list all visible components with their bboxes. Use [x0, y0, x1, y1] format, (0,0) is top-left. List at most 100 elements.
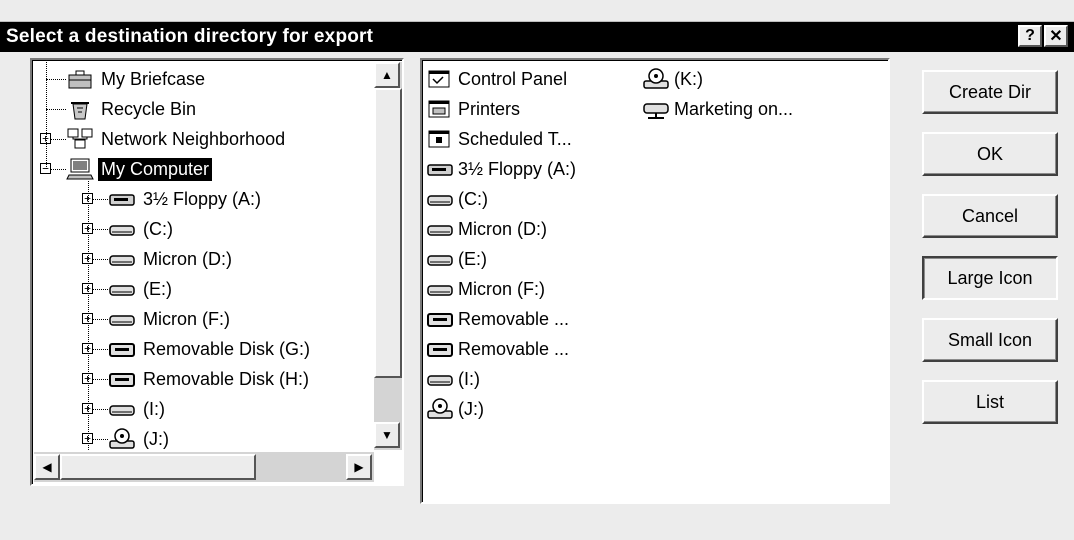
- network-icon: [66, 127, 94, 151]
- cd-drive-icon: [108, 427, 136, 451]
- hard-drive-icon: [426, 367, 454, 391]
- tree-item[interactable]: (I:): [108, 394, 168, 424]
- removable-disk-icon: [426, 337, 454, 361]
- file-list-item[interactable]: 3½ Floppy (A:): [426, 154, 576, 184]
- scroll-thumb-horizontal[interactable]: [60, 454, 256, 480]
- tree-item[interactable]: (C:): [108, 214, 176, 244]
- file-list-item[interactable]: (J:): [426, 394, 484, 424]
- tree-item[interactable]: My Computer: [66, 154, 214, 184]
- cd-drive-icon: [426, 397, 454, 421]
- tree-item-label: (J:): [143, 428, 169, 449]
- file-item-label: Removable ...: [458, 338, 570, 359]
- tree-item[interactable]: Micron (D:): [108, 244, 235, 274]
- help-button[interactable]: ?: [1018, 25, 1042, 47]
- computer-icon: [66, 157, 94, 181]
- file-item-label: 3½ Floppy (A:): [458, 158, 577, 179]
- file-item-label: Micron (D:): [458, 218, 547, 239]
- hard-drive-icon: [108, 247, 136, 271]
- file-list-view[interactable]: Control Panel Printers Scheduled T... 3½ Fl…: [420, 58, 890, 504]
- file-list-item[interactable]: (I:): [426, 364, 480, 394]
- file-item-label: (E:): [458, 248, 487, 269]
- scroll-down-button[interactable]: ▼: [374, 422, 400, 448]
- file-list-item[interactable]: (K:): [642, 64, 703, 94]
- tree-connector: [88, 181, 89, 450]
- tree-item[interactable]: Removable Disk (H:): [108, 364, 312, 394]
- scroll-left-button[interactable]: ◀: [34, 454, 60, 480]
- file-item-label: (I:): [458, 368, 480, 389]
- file-list-item[interactable]: Marketing on...: [642, 94, 793, 124]
- file-list-item[interactable]: Control Panel: [426, 64, 567, 94]
- hard-drive-icon: [426, 217, 454, 241]
- tree-item-label: My Computer: [96, 156, 214, 182]
- file-item-label: Marketing on...: [674, 98, 794, 119]
- tree-item-label: Recycle Bin: [101, 98, 197, 119]
- tree-item[interactable]: 3½ Floppy (A:): [108, 184, 264, 214]
- floppy-drive-icon: [426, 157, 454, 181]
- scroll-up-button[interactable]: ▲: [374, 62, 400, 88]
- background-strip: [0, 0, 1074, 22]
- file-item-label: Micron (F:): [458, 278, 545, 299]
- tree-connector: [46, 79, 66, 80]
- file-list-item[interactable]: Micron (D:): [426, 214, 547, 244]
- file-list-item[interactable]: (E:): [426, 244, 487, 274]
- tree-item[interactable]: (J:): [108, 424, 172, 454]
- file-item-label: Scheduled T...: [458, 128, 572, 149]
- scroll-thumb-vertical[interactable]: [374, 88, 402, 378]
- file-item-label: Control Panel: [458, 68, 568, 89]
- file-list-item[interactable]: Removable ...: [426, 334, 569, 364]
- tree-item-label: Removable Disk (G:): [143, 338, 311, 359]
- removable-disk-icon: [108, 367, 136, 391]
- scheduled-tasks-icon: [426, 127, 454, 151]
- floppy-drive-icon: [108, 187, 136, 211]
- create-dir-button[interactable]: Create Dir: [922, 70, 1058, 114]
- control-panel-icon: [426, 67, 454, 91]
- tree-item[interactable]: Network Neighborhood: [66, 124, 288, 154]
- printers-icon: [426, 97, 454, 121]
- tree-item[interactable]: (E:): [108, 274, 175, 304]
- tree-item[interactable]: My Briefcase: [66, 64, 208, 94]
- hard-drive-icon: [108, 397, 136, 421]
- tree-item-label: Micron (D:): [143, 248, 232, 269]
- file-item-label: (K:): [674, 68, 703, 89]
- tree-item-label: Network Neighborhood: [101, 128, 286, 149]
- hard-drive-icon: [426, 277, 454, 301]
- folder-tree[interactable]: ▲ ▼ ◀ ▶ My Briefcase Recycle Bin + Network …: [30, 58, 404, 486]
- dialog-title: Select a destination directory for expor…: [6, 26, 374, 47]
- removable-disk-icon: [108, 337, 136, 361]
- recycle-bin-icon: [66, 97, 94, 121]
- hard-drive-icon: [426, 247, 454, 271]
- tree-horizontal-scrollbar[interactable]: ◀ ▶: [34, 452, 374, 482]
- file-item-label: Printers: [458, 98, 521, 119]
- network-drive-icon: [642, 97, 670, 121]
- ok-button[interactable]: OK: [922, 132, 1058, 176]
- tree-item-label: Micron (F:): [143, 308, 230, 329]
- cd-drive-icon: [642, 67, 670, 91]
- small-icon-button[interactable]: Small Icon: [922, 318, 1058, 362]
- file-item-label: Removable ...: [458, 308, 570, 329]
- briefcase-icon: [66, 67, 94, 91]
- file-list-item[interactable]: (C:): [426, 184, 488, 214]
- large-icon-button[interactable]: Large Icon: [922, 256, 1058, 300]
- tree-item-label: (C:): [143, 218, 173, 239]
- tree-item[interactable]: Removable Disk (G:): [108, 334, 313, 364]
- tree-item-label: 3½ Floppy (A:): [143, 188, 262, 209]
- tree-item[interactable]: Micron (F:): [108, 304, 233, 334]
- file-list-item[interactable]: Printers: [426, 94, 520, 124]
- close-button[interactable]: ✕: [1044, 25, 1068, 47]
- scroll-right-button[interactable]: ▶: [346, 454, 372, 480]
- list-button[interactable]: List: [922, 380, 1058, 424]
- file-list-item[interactable]: Scheduled T...: [426, 124, 572, 154]
- file-list-item[interactable]: Removable ...: [426, 304, 569, 334]
- cancel-button[interactable]: Cancel: [922, 194, 1058, 238]
- tree-item-label: My Briefcase: [101, 68, 206, 89]
- tree-connector: [46, 60, 47, 169]
- tree-vertical-scrollbar[interactable]: ▲ ▼: [374, 62, 402, 450]
- hard-drive-icon: [426, 187, 454, 211]
- tree-item-label: Removable Disk (H:): [143, 368, 310, 389]
- file-list-item[interactable]: Micron (F:): [426, 274, 545, 304]
- hard-drive-icon: [108, 307, 136, 331]
- tree-item-label: (I:): [143, 398, 165, 419]
- file-item-label: (C:): [458, 188, 488, 209]
- tree-item-label: (E:): [143, 278, 172, 299]
- tree-item[interactable]: Recycle Bin: [66, 94, 199, 124]
